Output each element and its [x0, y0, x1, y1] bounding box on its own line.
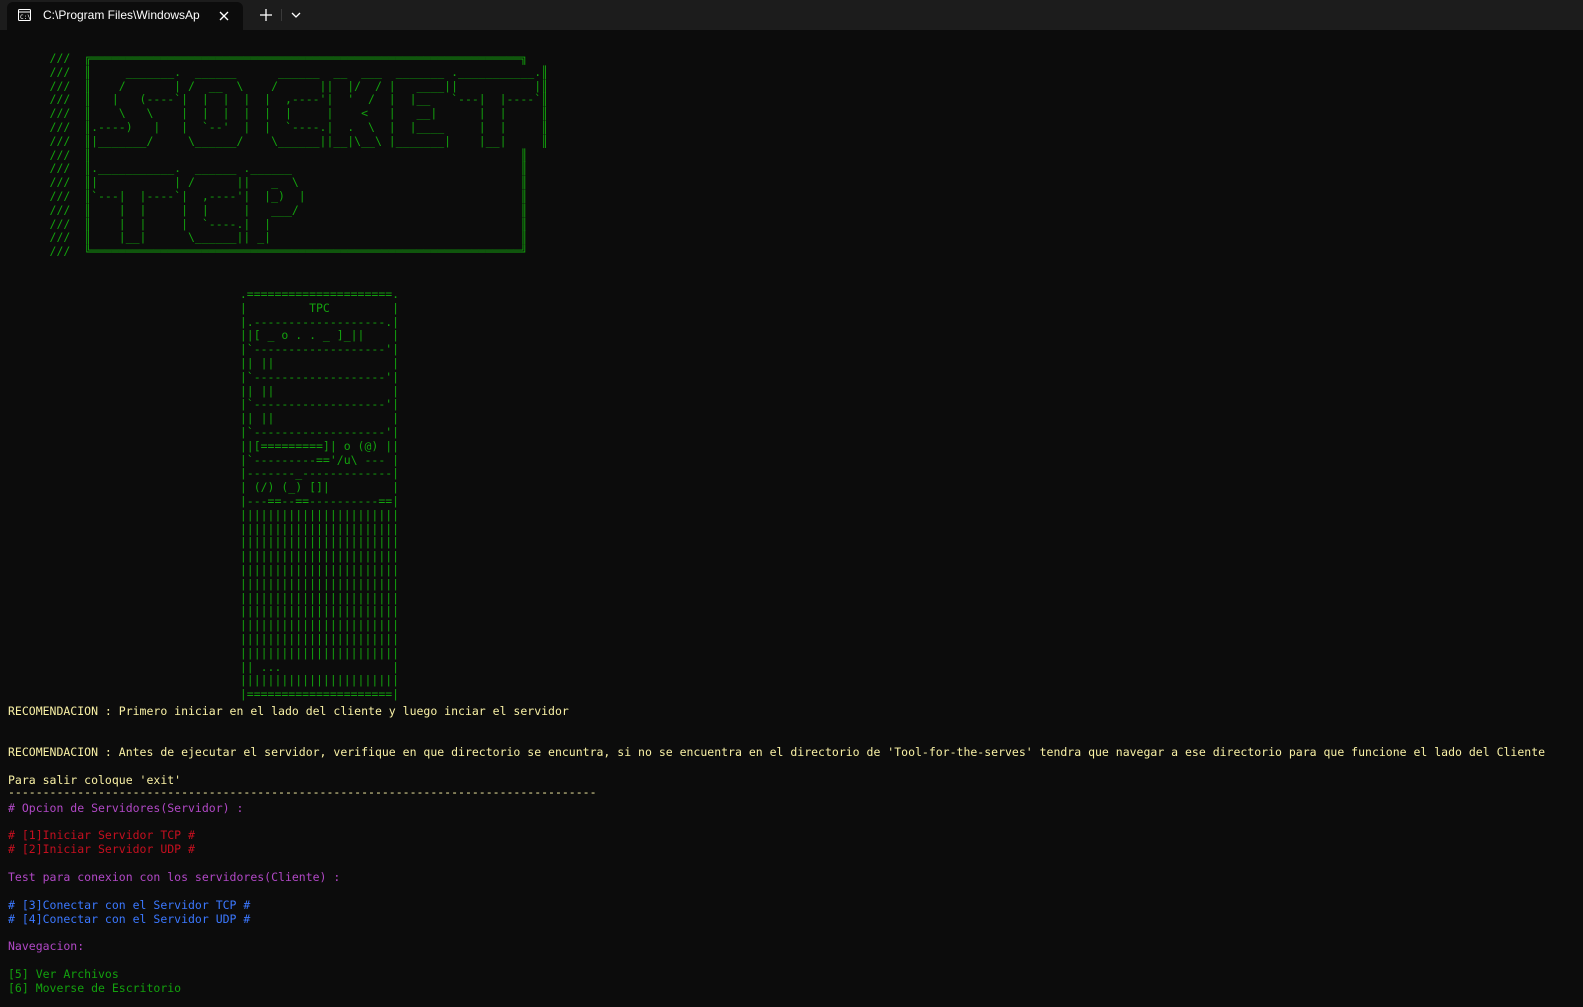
tpc-computer-art: .=====================. | TPC | |.------…: [239, 287, 400, 702]
socket-tcp-banner: /// ╔═══════════════════════════════════…: [49, 51, 549, 259]
title-bar: C:\ C:\Program Files\WindowsAp: [0, 0, 1583, 30]
plus-icon[interactable]: [256, 6, 276, 24]
tab-separator: [281, 9, 282, 21]
terminal-output[interactable]: /// ╔═══════════════════════════════════…: [0, 30, 1583, 1007]
test-heading: Test para conexion con los servidores(Cl…: [8, 870, 341, 884]
navigation-heading: Navegacion:: [8, 939, 85, 953]
option-1: # [1]Iniciar Servidor TCP #: [8, 828, 195, 842]
tab-title: C:\Program Files\WindowsAp: [43, 8, 200, 22]
option-5: [5] Ver Archivos: [8, 967, 119, 981]
servers-heading: # Opcion de Servidores(Servidor) :: [8, 801, 244, 815]
option-6: [6] Moverse de Escritorio: [8, 981, 182, 995]
option-3: # [3]Conectar con el Servidor TCP #: [8, 898, 251, 912]
chevron-down-icon[interactable]: [287, 6, 305, 24]
close-icon[interactable]: [216, 8, 232, 24]
divider: ----------------------------------------…: [8, 785, 597, 799]
tab-terminal[interactable]: C:\ C:\Program Files\WindowsAp: [7, 2, 243, 30]
svg-text:C:\: C:\: [20, 14, 31, 21]
option-4: # [4]Conectar con el Servidor UDP #: [8, 912, 251, 926]
recommendation-2: RECOMENDACION : Antes de ejecutar el ser…: [8, 745, 1546, 759]
recommendation-1: RECOMENDACION : Primero iniciar en el la…: [8, 704, 569, 718]
option-2: # [2]Iniciar Servidor UDP #: [8, 842, 195, 856]
terminal-icon: C:\: [18, 9, 31, 21]
